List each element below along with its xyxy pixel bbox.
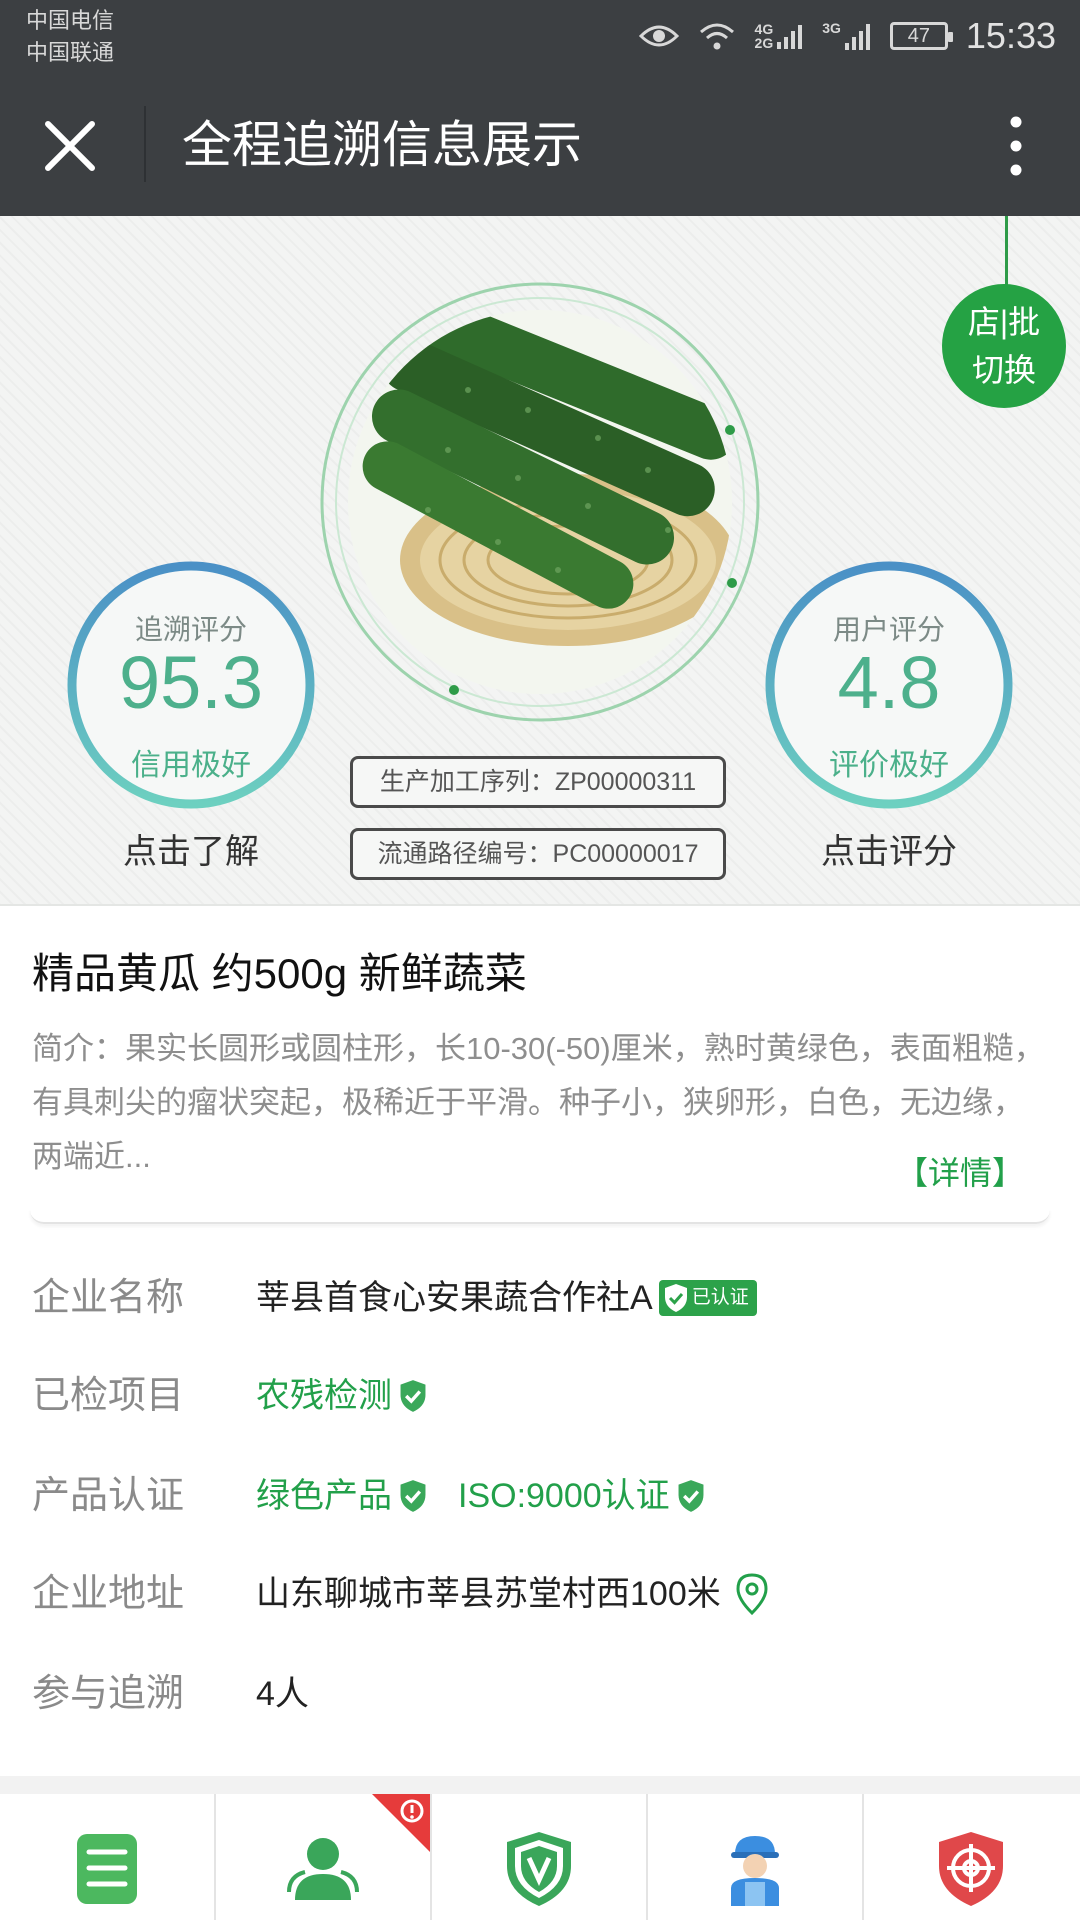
net-2g-label: 2G	[754, 35, 774, 51]
store-batch-switch-button[interactable]: 店|批 切换	[942, 284, 1066, 408]
tabbar-separator	[0, 1776, 1080, 1794]
signal-4g-icon: 4G 2G	[755, 22, 805, 50]
participants-row: 参与追溯 4人	[32, 1664, 1052, 1724]
inspected-item[interactable]: 农残检测	[256, 1366, 392, 1426]
rate-link[interactable]: 点击评分	[764, 824, 1014, 873]
close-button[interactable]	[38, 114, 102, 178]
company-row: 企业名称 莘县首食心安果蔬合作社A 已认证	[32, 1268, 1052, 1328]
card-bottom-edge	[30, 1208, 1050, 1224]
net-3g-label: 3G	[822, 20, 841, 36]
close-icon	[45, 121, 95, 171]
certification-label: 产品认证	[32, 1475, 185, 1517]
clock: 15:33	[965, 15, 1056, 56]
verified-shield-icon	[664, 1284, 687, 1312]
tab-target[interactable]	[864, 1794, 1078, 1920]
green-product-cert[interactable]: 绿色产品	[256, 1466, 392, 1526]
production-code: 生产加工序列：ZP00000311	[350, 756, 726, 808]
battery-icon: 47	[889, 22, 953, 50]
page-title: 全程追溯信息展示	[182, 117, 582, 173]
inspected-row: 已检项目 农残检测	[32, 1366, 1052, 1426]
verified-badge: 已认证	[658, 1280, 757, 1316]
company-name: 莘县首食心安果蔬合作社A	[256, 1279, 653, 1317]
worker-icon	[731, 1836, 779, 1906]
check-shield-icon	[400, 1480, 426, 1512]
hero-panel: 店|批 切换 追溯评分 95.3 信用极好 点击了解 用户评分 4.8 评价极好…	[0, 216, 1080, 906]
person-icon	[287, 1838, 359, 1900]
nav-divider	[144, 106, 146, 182]
user-score-gauge[interactable]: 用户评分 4.8 评价极好	[764, 560, 1014, 810]
switch-label-line-2: 切换	[971, 352, 1036, 388]
switch-label-line-1: 店|批	[967, 304, 1041, 340]
document-icon	[77, 1834, 137, 1904]
check-shield-icon	[678, 1480, 704, 1512]
participants-value: 4人	[256, 1675, 309, 1713]
target-icon	[939, 1832, 1003, 1906]
switch-hanger-line	[1005, 216, 1008, 288]
certification-row: 产品认证 绿色产品 ISO:9000认证	[32, 1466, 1052, 1526]
alert-corner-badge	[372, 1794, 430, 1852]
verified-badge-text: 已认证	[691, 1287, 749, 1308]
address-value: 山东聊城市莘县苏堂村西100米	[256, 1575, 721, 1613]
product-title: 精品黄瓜 约500g 新鲜蔬菜	[32, 950, 527, 997]
carrier-2: 中国联通	[26, 40, 115, 65]
wifi-icon	[697, 20, 737, 52]
carrier-1: 中国电信	[26, 8, 115, 33]
tab-worker[interactable]	[648, 1794, 862, 1920]
shield-v-icon	[507, 1832, 571, 1906]
iso-cert[interactable]: ISO:9000认证	[458, 1466, 670, 1526]
signal-3g-icon: 3G	[822, 21, 872, 51]
trace-score-gauge[interactable]: 追溯评分 95.3 信用极好	[66, 560, 316, 810]
hero-divider	[0, 904, 1080, 906]
status-bar: 中国电信 中国联通 4G 2G 3G 47 15:33	[0, 0, 1080, 72]
product-image	[348, 310, 732, 694]
net-4g-label: 4G	[754, 21, 774, 37]
check-shield-icon	[400, 1380, 426, 1412]
tab-verification[interactable]	[432, 1794, 646, 1920]
learn-more-link[interactable]: 点击了解	[66, 824, 316, 873]
location-pin-icon[interactable]	[735, 1573, 769, 1615]
participants-label: 参与追溯	[32, 1673, 185, 1715]
eye-icon	[638, 22, 679, 50]
tab-documents[interactable]	[0, 1794, 214, 1920]
user-score-value: 4.8	[837, 641, 941, 724]
details-link[interactable]: 【详情】	[896, 1148, 1024, 1194]
bottom-tabbar	[0, 1794, 1080, 1920]
inspected-label: 已检项目	[32, 1375, 185, 1417]
trace-score-desc: 信用极好	[131, 749, 251, 782]
user-score-desc: 评价极好	[829, 749, 949, 782]
company-label: 企业名称	[32, 1277, 185, 1319]
trace-score-value: 95.3	[118, 641, 264, 724]
nav-bar: 全程追溯信息展示	[0, 72, 1080, 216]
more-menu-button[interactable]	[996, 112, 1036, 180]
circulation-code: 流通路径编号：PC00000017	[350, 828, 726, 880]
address-row: 企业地址 山东聊城市莘县苏堂村西100米	[32, 1564, 1052, 1624]
more-vertical-icon	[1010, 116, 1022, 176]
address-label: 企业地址	[32, 1573, 185, 1615]
product-image-frame	[318, 280, 762, 724]
